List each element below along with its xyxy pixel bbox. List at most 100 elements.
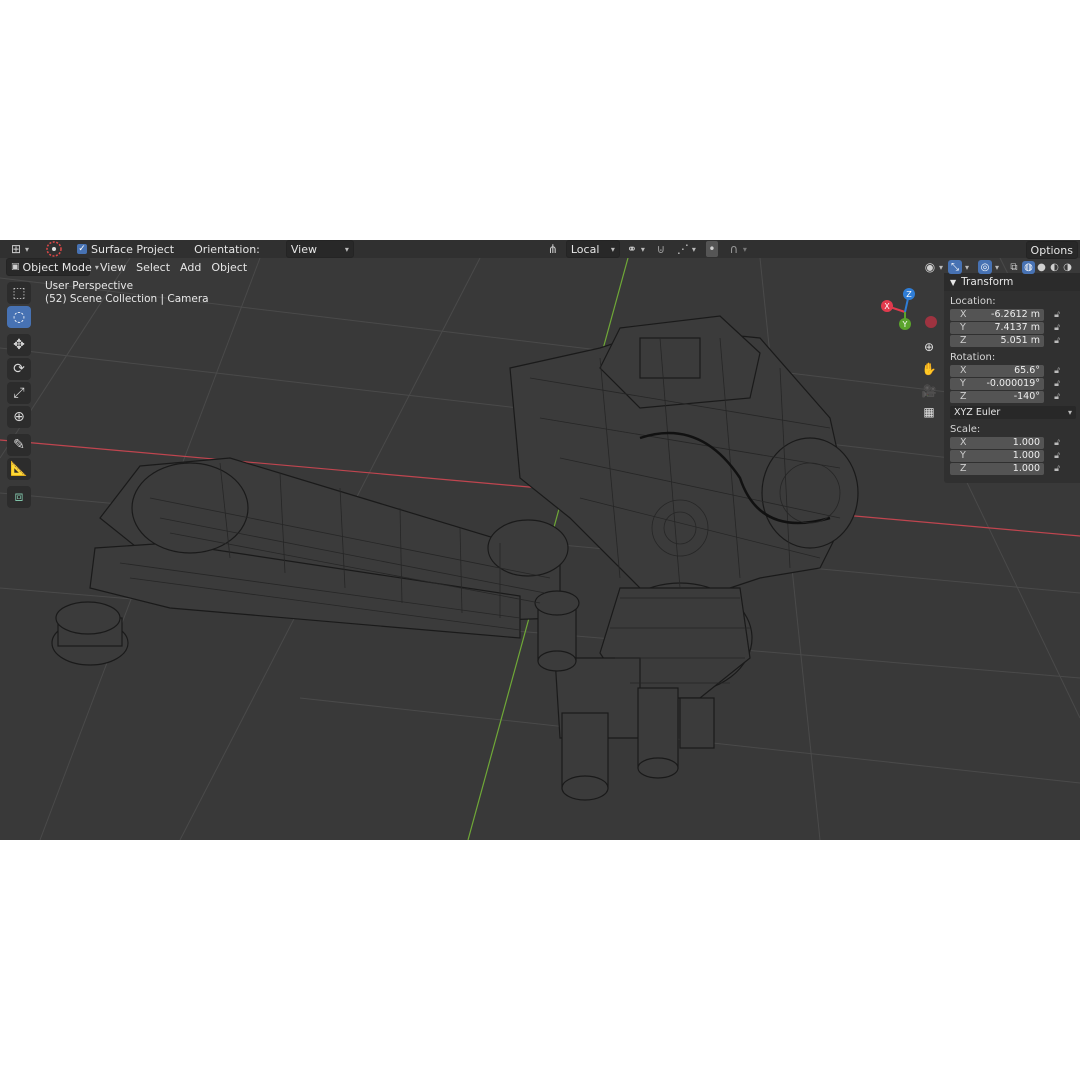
field-value: 1.000 [1012,437,1040,448]
annotate-pencil-icon: ✎ [13,437,25,453]
chevron-down-icon: ▾ [939,262,944,272]
orientation-dropdown[interactable]: View ▾ [285,240,354,258]
camera-icon: 🎥 [921,384,937,398]
scale-y-field[interactable]: Y 1.000 [950,449,1044,462]
xray-icon: ⧉ [1010,261,1018,273]
rotation-z-field[interactable]: Z -140° [950,390,1044,403]
rotate-icon: ⟳ [13,361,25,377]
pivot-point-button[interactable]: ⚭ ▾ [622,241,649,257]
menu-add[interactable]: Add [176,259,205,275]
zoom-icon: ⊕ [923,340,935,354]
viewport-header: ▣ Object Mode ▾ View Select Add Object ◉ ▾… [0,258,1080,276]
zoom-button[interactable]: ⊕ [918,336,940,358]
gizmo-neg-x-axis[interactable] [925,316,937,328]
chevron-down-icon: ▾ [610,244,615,254]
add-cube-tool[interactable]: ⧈ [7,486,31,508]
axis-label: X [960,309,967,320]
material-shading-icon[interactable]: ◐ [1048,261,1061,274]
wireframe-shading-icon[interactable]: ◍ [1022,260,1035,274]
rotation-mode-dropdown[interactable]: XYZ Euler ▾ [950,406,1076,419]
axis-label: Y [960,450,966,461]
lock-icon[interactable]: 🔓︎ [1050,464,1064,474]
ortho-toggle-button[interactable]: ▦ [918,401,940,423]
rotation-y-row: Y -0.000019° 🔓︎ [950,377,1080,390]
chevron-down-icon: ▾ [640,244,645,254]
chevron-down-icon: ▾ [995,262,1000,272]
field-value: 5.051 m [1000,335,1040,346]
grid-perspective-icon: ▦ [923,405,935,419]
transform-title: Transform [961,276,1014,288]
object-mode-icon: ▣ [11,262,20,272]
proportional-edit-toggle[interactable]: • [702,241,722,257]
scale-tool[interactable]: ⤢ [7,382,31,404]
active-tool-icon[interactable] [41,241,67,257]
orientation-value: View [290,242,317,256]
mode-dropdown[interactable]: ▣ Object Mode ▾ [6,258,99,276]
location-x-field[interactable]: X -6.2612 m [950,308,1044,321]
lock-icon[interactable]: 🔓︎ [1050,438,1064,448]
field-value: -6.2612 m [991,309,1040,320]
scale-x-field[interactable]: X 1.000 [950,436,1044,449]
robot-arm-model[interactable] [51,315,859,801]
visibility-dropdown[interactable]: ◉ ▾ [920,259,947,275]
view-name: User Perspective [45,280,134,292]
lock-icon[interactable]: 🔓︎ [1050,392,1064,402]
scale-label: Scale: [950,424,981,435]
rendered-shading-icon[interactable]: ◑ [1061,261,1074,274]
transform-panel: ▼ Transform Location: X -6.2612 m 🔓︎ Y 7.4… [944,273,1080,483]
axis-label: X [960,437,967,448]
chevron-down-icon: ▾ [691,244,696,254]
rotate-tool[interactable]: ⟳ [7,358,31,380]
transform-orientation-dropdown[interactable]: Local ▾ [565,240,620,258]
snap-toggle[interactable]: ⊍ [651,241,671,257]
rotation-mode-value: XYZ Euler [954,407,1001,418]
collapse-triangle-icon: ▼ [950,277,957,287]
measure-tool[interactable]: 📐 [7,458,31,480]
transform-icon: ⊕ [13,409,25,425]
rotation-y-field[interactable]: Y -0.000019° [950,377,1044,390]
lock-icon[interactable]: 🔓︎ [1050,379,1064,389]
transform-tool[interactable]: ⊕ [7,406,31,428]
menu-view[interactable]: View [96,259,130,275]
select-circle-tool[interactable]: ◌ [7,306,31,328]
rotation-x-field[interactable]: X 65.6° [950,364,1044,377]
snap-element-dropdown[interactable]: ⋰ ▾ [673,241,700,257]
transform-pivot-button[interactable]: ⋔ [542,241,564,257]
scale-z-field[interactable]: Z 1.000 [950,462,1044,475]
pivot-icon: ⋔ [547,242,558,256]
field-value: 7.4137 m [994,322,1040,333]
location-y-field[interactable]: Y 7.4137 m [950,321,1044,334]
solid-shading-icon[interactable]: ● [1035,261,1048,274]
camera-view-button[interactable]: 🎥 [918,380,940,402]
lock-icon[interactable]: 🔓︎ [1050,336,1064,346]
editor-type-button[interactable]: ⊞ ▾ [6,241,33,257]
field-value: 65.6° [1014,365,1040,376]
menu-object[interactable]: Object [207,259,251,275]
lock-icon[interactable]: 🔓︎ [1050,323,1064,333]
grid-editor-icon: ⊞ [10,242,22,256]
select-box-tool[interactable]: ⬚ [7,282,31,304]
axis-label: Z [960,391,967,402]
gizmo-dropdown[interactable]: ⤡ ▾ [944,259,973,275]
axis-label: X [960,365,967,376]
annotate-tool[interactable]: ✎ [7,434,31,456]
select-circle-icon: ◌ [12,309,26,325]
overlays-dropdown[interactable]: ◎ ▾ [974,259,1003,275]
3d-viewport[interactable]: User Perspective (52) Scene Collection |… [0,258,1080,840]
lock-icon[interactable]: 🔓︎ [1050,310,1064,320]
menu-select[interactable]: Select [132,259,174,275]
move-tool[interactable]: ✥ [7,334,31,356]
pan-button[interactable]: ✋ [918,358,940,380]
options-button[interactable]: Options [1025,241,1078,259]
falloff-dropdown[interactable]: ∩ ▾ [724,241,751,257]
pivot-value: Local [570,242,600,256]
shading-modes[interactable]: ◍ ● ◐ ◑ [1020,259,1076,275]
falloff-curve-icon: ∩ [729,242,739,256]
lock-icon[interactable]: 🔓︎ [1050,451,1064,461]
gizmo-x-label: X [884,302,890,311]
navigation-gizmo[interactable]: X Z Y [875,284,945,344]
lock-icon[interactable]: 🔓︎ [1050,366,1064,376]
location-z-field[interactable]: Z 5.051 m [950,334,1044,347]
axis-label: Y [960,378,966,389]
surface-project-checkbox[interactable]: ✓ Surface Project [73,241,178,257]
